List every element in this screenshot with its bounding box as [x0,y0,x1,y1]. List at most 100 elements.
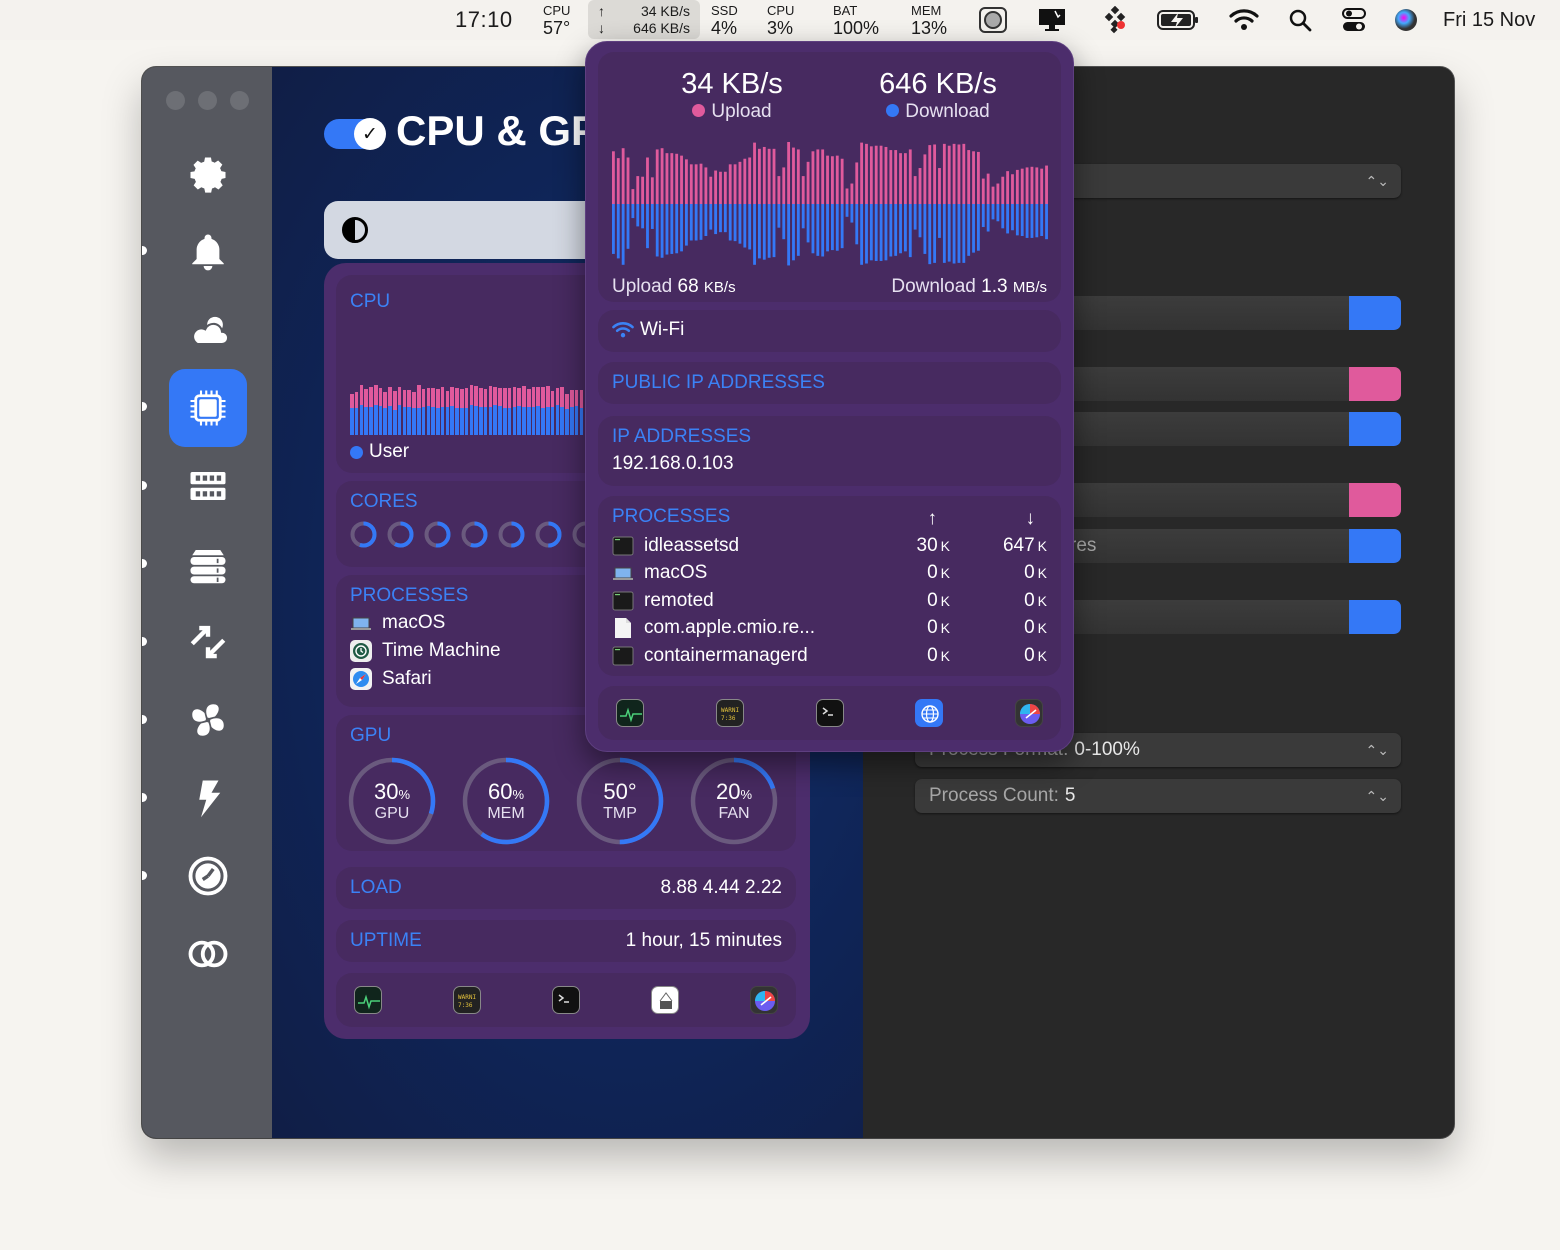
download-bar [719,204,722,233]
process-row[interactable]: idleassetsd 30 K 647 K [612,532,1047,559]
download-bar [865,204,868,264]
upload-bar [796,149,800,204]
sidebar-item-settings[interactable] [169,136,247,214]
wifi-section[interactable]: Wi-Fi [598,310,1061,352]
sidebar-item-battery[interactable] [169,759,247,837]
sidebar-item-about[interactable] [169,915,247,993]
core-ring [461,521,488,548]
activity-monitor-icon[interactable] [616,699,644,727]
battery-charging-icon[interactable] [1156,0,1200,40]
download-bar [801,204,805,229]
process-name: macOS [644,562,708,583]
download-bar [840,204,844,249]
process-row[interactable]: com.apple.cmio.re... 0 K 0 K [612,615,1047,642]
close-button[interactable] [166,91,185,110]
process-row[interactable]: macOS 0 K 0 K [612,560,1047,587]
sidebar-item-time[interactable] [169,837,247,915]
terminal-icon[interactable] [815,699,844,727]
istat-icon[interactable] [750,986,778,1014]
process-count-value: 5 [1064,785,1076,806]
cpu-history-bar [450,386,454,435]
color-well[interactable] [1349,529,1401,563]
upload-bar [631,189,635,204]
download-bar [816,204,820,256]
sidebar-item-disk[interactable] [169,525,247,603]
istat-icon[interactable] [1015,699,1043,727]
camera-app-icon[interactable] [975,0,1011,40]
network-utility-icon[interactable] [915,699,944,727]
menubar-clock[interactable]: 17:10 [455,0,513,40]
spotlight-search-icon[interactable] [1282,0,1318,40]
clock-icon [188,856,228,896]
network-speed-section: 34 KB/s Upload 646 KB/s Download Upload … [598,52,1061,302]
gpu-gauges: 30% GPU 60% MEM 50° TMP 20% FAN [348,757,778,845]
menubar-ssd[interactable]: SSD 4% [711,0,738,40]
sidebar-item-weather[interactable] [169,291,247,369]
process-row[interactable]: containermanagerd 0 K 0 K [612,642,1047,669]
upload-bar [938,168,941,204]
minimize-button[interactable] [198,91,217,110]
cpu-history-bar [569,390,574,435]
color-well[interactable] [1349,296,1401,330]
sidebar-item-cpu-gpu[interactable] [169,369,247,447]
console-icon[interactable]: WARNI 7:36 [453,986,481,1014]
activity-monitor-icon[interactable] [354,986,382,1014]
menubar-cpu[interactable]: CPU 3% [767,0,794,40]
sidebar-item-notifications[interactable] [169,213,247,291]
menubar-date[interactable]: Fri 15 Nov [1443,0,1535,40]
control-center-icon[interactable] [1336,0,1372,40]
cpu-history-bar [364,388,368,435]
process-row[interactable]: remoted 0 K 0 K [612,587,1047,614]
upload-bar [655,149,659,204]
unit: K [940,647,950,664]
wifi-icon[interactable] [1226,0,1262,40]
cpu-history-bar [565,393,569,435]
upload-bar [723,171,727,204]
cpu-history-bar [498,388,502,435]
upload-bar [972,151,975,204]
contrast-icon[interactable] [342,217,368,243]
sidebar-item-memory[interactable] [169,447,247,525]
upload-bar [986,173,990,204]
dots-app-icon[interactable] [1097,0,1133,40]
download-bar [889,204,893,257]
gpu-gauge-fan: 20% FAN [690,757,778,845]
menubar-cpu-temp[interactable]: CPU 57° [543,0,570,40]
color-well[interactable] [1349,600,1401,634]
cpu-history-bar [388,386,392,435]
upload-bar [670,153,674,204]
terminal-icon[interactable] [552,986,580,1014]
download-bar [1015,204,1019,236]
process-row[interactable]: macOS [350,609,501,637]
upload-bar [689,164,693,204]
system-information-icon[interactable] [651,986,679,1014]
process-row[interactable]: Time Machine [350,637,501,665]
unit: K [1037,647,1047,664]
peak-upload-unit: KB/s [703,279,736,296]
color-well[interactable] [1349,412,1401,446]
menubar-download-rate: 646 KB/s [633,19,690,36]
process-row[interactable]: Safari [350,665,501,693]
color-well[interactable] [1349,367,1401,401]
cpu-history-bar [445,391,450,435]
menubar-battery[interactable]: BAT 100% [833,0,879,40]
module-enabled-toggle[interactable]: ✓ [324,118,386,150]
display-icon[interactable] [1034,0,1070,40]
process-upload: 0K [880,617,950,639]
color-well[interactable] [1349,483,1401,517]
menubar-network[interactable]: ↑ 34 KB/s ↓ 646 KB/s [588,0,700,39]
ip-value[interactable]: 192.168.0.103 [612,453,734,475]
gauge-value: 30 [373,779,399,804]
sidebar-item-network[interactable] [169,603,247,681]
download-bar [962,204,966,263]
upload-bar [665,153,669,204]
sidebar-item-fans[interactable] [169,681,247,759]
process-count-select[interactable]: Process Count: 5 ⌃⌄ [915,779,1401,813]
siri-icon[interactable] [1388,0,1424,40]
menubar-memory[interactable]: MEM 13% [911,0,947,40]
download-bar [884,204,888,261]
console-icon[interactable]: WARNI 7:36 [715,699,744,727]
download-bar [894,204,898,256]
zoom-button[interactable] [230,91,249,110]
download-bar [680,204,683,252]
